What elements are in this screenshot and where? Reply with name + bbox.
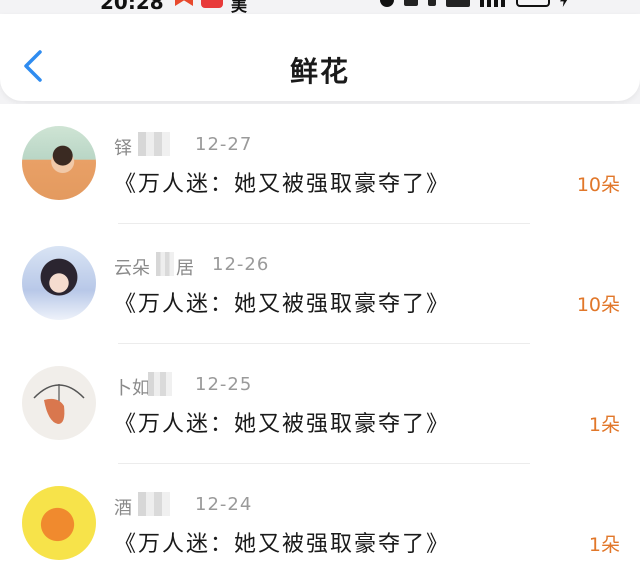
name-blur (138, 492, 170, 516)
book-title[interactable]: 《万人迷：她又被强取豪夺了》 (114, 526, 450, 558)
name-blur (156, 252, 174, 276)
date: 12-24 (195, 494, 253, 515)
avatar[interactable] (22, 486, 96, 560)
user-name: 云朵 (114, 258, 150, 279)
date: 12-25 (195, 374, 253, 395)
charging-icon (560, 0, 568, 7)
list-item[interactable]: 卜如 12-25 《万人迷：她又被强取豪夺了》 1朵 (0, 344, 640, 464)
bluetooth-icon (428, 0, 436, 6)
book-title[interactable]: 《万人迷：她又被强取豪夺了》 (114, 286, 450, 318)
flower-count: 10朵 (576, 294, 620, 316)
name-blur (138, 132, 170, 156)
user-name-tail: 居 (176, 258, 194, 279)
status-time: 20:28 (100, 0, 164, 14)
book-title[interactable]: 《万人迷：她又被强取豪夺了》 (114, 166, 450, 198)
flower-count: 1朵 (588, 534, 620, 556)
list-item[interactable]: 云朵 居 12-26 《万人迷：她又被强取豪夺了》 10朵 (0, 224, 640, 344)
mute-icon (404, 0, 418, 6)
date: 12-27 (195, 134, 253, 155)
user-name: 铎 (114, 138, 132, 159)
header: 鲜花 (0, 14, 640, 101)
page-title: 鲜花 (289, 55, 350, 88)
user-name: 卜如 (114, 378, 150, 399)
umbrella-avatar-icon (33, 384, 85, 424)
app-badge-icon (201, 0, 223, 8)
flower-list: 铎 12-27 《万人迷：她又被强取豪夺了》 10朵 云朵 居 12-26 《万… (0, 104, 640, 584)
book-title[interactable]: 《万人迷：她又被强取豪夺了》 (114, 406, 450, 438)
flower-count: 10朵 (576, 174, 620, 196)
list-item[interactable]: 铎 12-27 《万人迷：她又被强取豪夺了》 10朵 (0, 104, 640, 224)
list-item[interactable]: 酒 12-24 《万人迷：她又被强取豪夺了》 1朵 (0, 464, 640, 584)
avatar[interactable] (22, 246, 96, 320)
avatar[interactable] (22, 366, 96, 440)
avatar[interactable] (22, 126, 96, 200)
hd-icon (446, 0, 470, 7)
status-icons-right (380, 0, 568, 7)
date: 12-26 (212, 254, 270, 275)
signal-icon (480, 0, 506, 7)
alarm-icon (380, 0, 394, 7)
battery-icon (516, 0, 550, 7)
flower-count: 1朵 (588, 414, 620, 436)
status-bar: 20:28 美 (0, 0, 640, 15)
flag-icon (175, 0, 193, 6)
user-name: 酒 (114, 498, 132, 519)
name-blur (148, 372, 172, 396)
